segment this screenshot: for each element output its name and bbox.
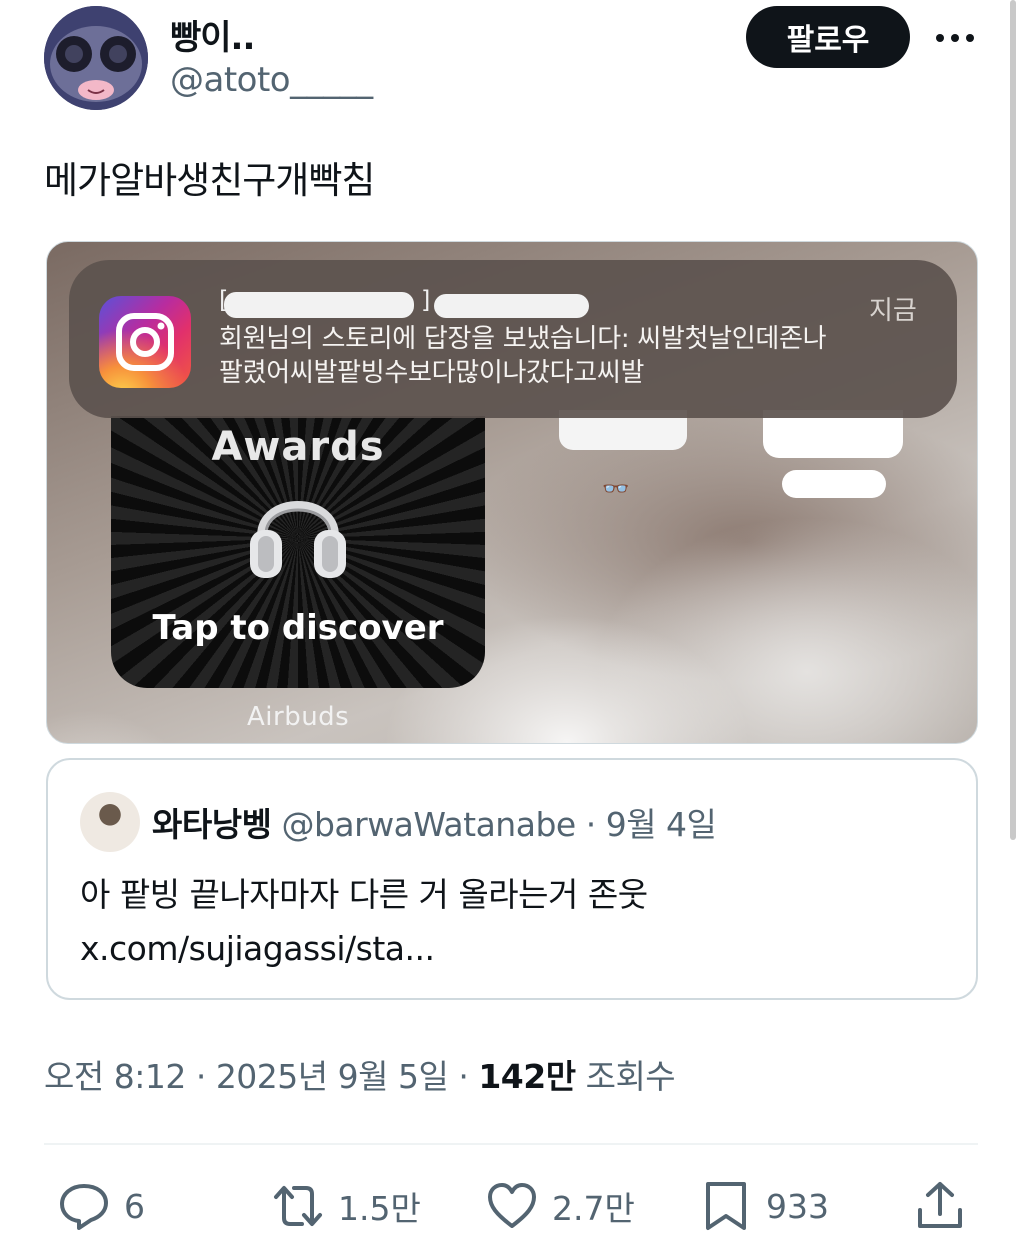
- display-name[interactable]: 빵이..: [170, 10, 255, 59]
- more-icon[interactable]: [932, 20, 978, 56]
- glasses-emoji: 👓: [602, 477, 630, 502]
- notification-banner: [ ] 지금 회원님의 스토리에 답장을 보냈습니다: 씨발첫날인데존나 팔렸어…: [69, 260, 957, 418]
- view-label: 조회수: [575, 1057, 676, 1096]
- retweet-button[interactable]: 1.5만: [272, 1180, 421, 1232]
- separator-dot: ·: [185, 1057, 216, 1096]
- notification-body-line: 팔렸어씨발팥빙수보다많이나갔다고씨발: [219, 358, 645, 388]
- user-handle[interactable]: @atoto_____: [170, 60, 373, 100]
- notification-body-line: 회원님의 스토리에 답장을 보냈습니다: 씨발첫날인데존나: [219, 324, 827, 354]
- heart-icon: [488, 1183, 536, 1228]
- share-icon: [918, 1182, 962, 1228]
- quote-text-line: 아 팥빙 끝나자마자 다른 거 올라는거 존웃: [80, 875, 648, 914]
- redaction: [224, 292, 414, 318]
- quote-date: 9월 4일: [605, 805, 717, 844]
- tweet-meta: 오전 8:12 · 2025년 9월 5일 · 142만 조회수: [44, 1050, 676, 1098]
- retweet-count: 1.5만: [338, 1189, 421, 1228]
- like-button[interactable]: 2.7만: [486, 1180, 635, 1232]
- redaction: [782, 470, 886, 498]
- follow-button[interactable]: 팔로우: [746, 6, 910, 68]
- scrollbar[interactable]: [1010, 0, 1016, 840]
- quote-header: 와타낭벵 @barwaWatanabe · 9월 4일: [152, 798, 717, 846]
- like-count: 2.7만: [552, 1189, 635, 1228]
- redaction: [434, 294, 589, 318]
- headphones-icon: [244, 474, 352, 584]
- quote-link: x.com/sujiagassi/sta...: [80, 929, 435, 968]
- separator-dot: ·: [448, 1057, 479, 1096]
- quote-avatar[interactable]: [80, 792, 140, 852]
- tweet-media[interactable]: 👓 Awards Tap to discover Airbuds [ ]: [46, 241, 978, 744]
- quote-display-name: 와타낭벵: [152, 805, 272, 844]
- reply-button[interactable]: 6: [58, 1180, 145, 1232]
- reply-count: 6: [124, 1186, 145, 1226]
- bookmark-icon: [706, 1182, 746, 1230]
- divider: [44, 1143, 978, 1145]
- quoted-tweet[interactable]: 와타낭벵 @barwaWatanabe · 9월 4일 아 팥빙 끝나자마자 다…: [46, 758, 978, 1000]
- separator-dot: ·: [585, 805, 597, 844]
- reply-icon: [60, 1184, 108, 1230]
- tweet-date[interactable]: 2025년 9월 5일: [216, 1057, 449, 1096]
- widget-cta: Tap to discover: [152, 608, 444, 648]
- view-count: 142만: [478, 1057, 576, 1096]
- bookmark-button[interactable]: 933: [700, 1180, 829, 1232]
- widget-title: Awards: [211, 424, 385, 470]
- tweet-time[interactable]: 오전 8:12: [44, 1057, 186, 1096]
- avatar[interactable]: [44, 6, 148, 110]
- notification-body: 회원님의 스토리에 답장을 보냈습니다: 씨발첫날인데존나 팔렸어씨발팥빙수보다…: [219, 322, 919, 390]
- quote-handle: @barwaWatanabe: [281, 805, 576, 844]
- bookmark-count: 933: [766, 1186, 829, 1226]
- airbuds-widget: Awards Tap to discover: [111, 416, 485, 688]
- quote-text: 아 팥빙 끝나자마자 다른 거 올라는거 존웃 x.com/sujiagassi…: [80, 868, 648, 976]
- widget-caption: Airbuds: [247, 702, 350, 732]
- share-button[interactable]: [914, 1180, 966, 1232]
- tweet-text: 메가알바생친구개빡침: [44, 159, 375, 202]
- instagram-icon: [99, 296, 191, 388]
- retweet-icon: [274, 1186, 322, 1226]
- avatar-image: [44, 6, 148, 110]
- notification-title-bracket: ]: [421, 286, 431, 314]
